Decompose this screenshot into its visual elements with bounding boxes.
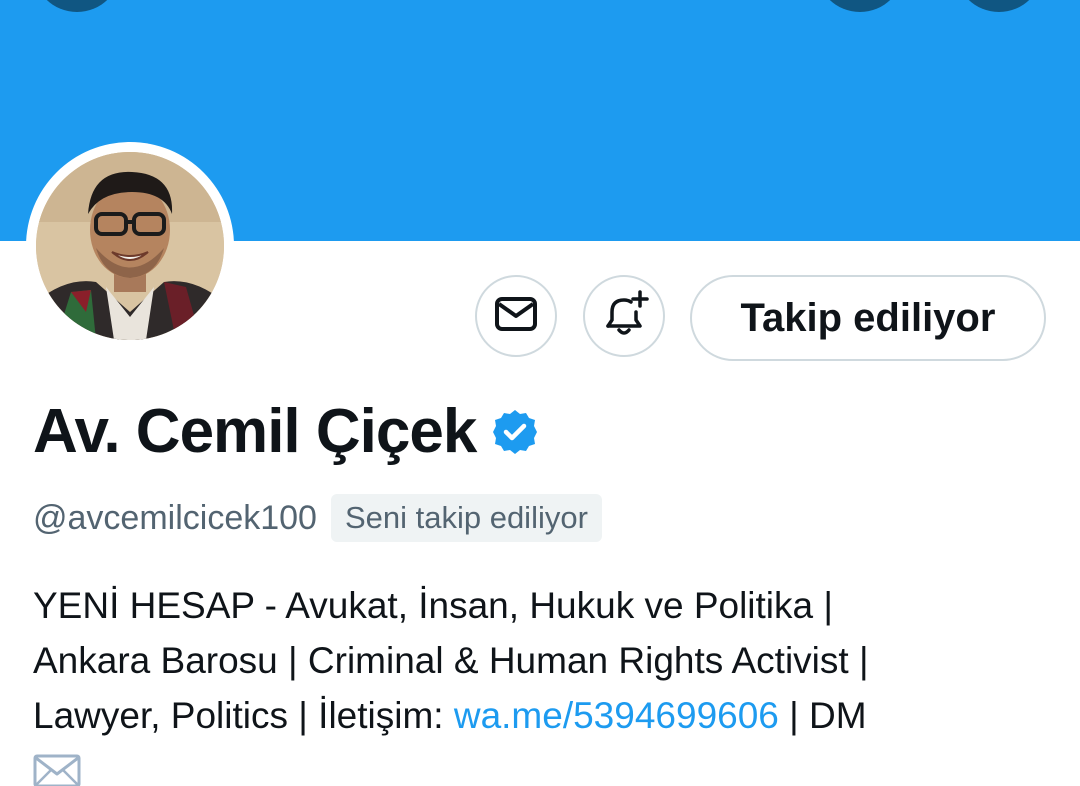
avatar[interactable] bbox=[26, 142, 234, 350]
bio-line bbox=[33, 743, 1043, 786]
whatsapp-link[interactable]: wa.me/5394699606 bbox=[454, 695, 779, 736]
name-row: Av. Cemil Çiçek bbox=[33, 396, 540, 468]
bell-plus-icon bbox=[598, 288, 650, 345]
follows-you-badge: Seni takip ediliyor bbox=[330, 494, 602, 542]
more-options-button[interactable] bbox=[955, 0, 1043, 12]
bio-line: Lawyer, Politics | İletişim: wa.me/53946… bbox=[33, 688, 1043, 743]
bio-text: Lawyer, Politics | İletişim: bbox=[33, 695, 454, 736]
verified-badge-icon[interactable] bbox=[490, 407, 540, 457]
mail-icon bbox=[493, 291, 539, 342]
following-button-label: Takip ediliyor bbox=[740, 295, 996, 340]
message-button[interactable] bbox=[475, 275, 557, 357]
profile-page: Takip ediliyor Av. Cemil Çiçek @avcemilc… bbox=[0, 0, 1080, 786]
envelope-emoji-icon bbox=[33, 748, 81, 786]
search-button[interactable] bbox=[816, 0, 904, 12]
notification-button[interactable] bbox=[583, 275, 665, 357]
following-button[interactable]: Takip ediliyor bbox=[690, 275, 1046, 361]
bio-line: YENİ HESAP - Avukat, İnsan, Hukuk ve Pol… bbox=[33, 585, 833, 626]
avatar-image bbox=[36, 152, 224, 340]
bio-line: Ankara Barosu | Criminal & Human Rights … bbox=[33, 640, 869, 681]
profile-bio: YENİ HESAP - Avukat, İnsan, Hukuk ve Pol… bbox=[33, 578, 1043, 786]
user-handle: @avcemilcicek100 bbox=[33, 499, 317, 537]
back-button[interactable] bbox=[33, 0, 121, 12]
bio-text: | DM bbox=[778, 695, 867, 736]
display-name: Av. Cemil Çiçek bbox=[33, 397, 477, 466]
handle-row: @avcemilcicek100 Seni takip ediliyor bbox=[33, 494, 602, 542]
